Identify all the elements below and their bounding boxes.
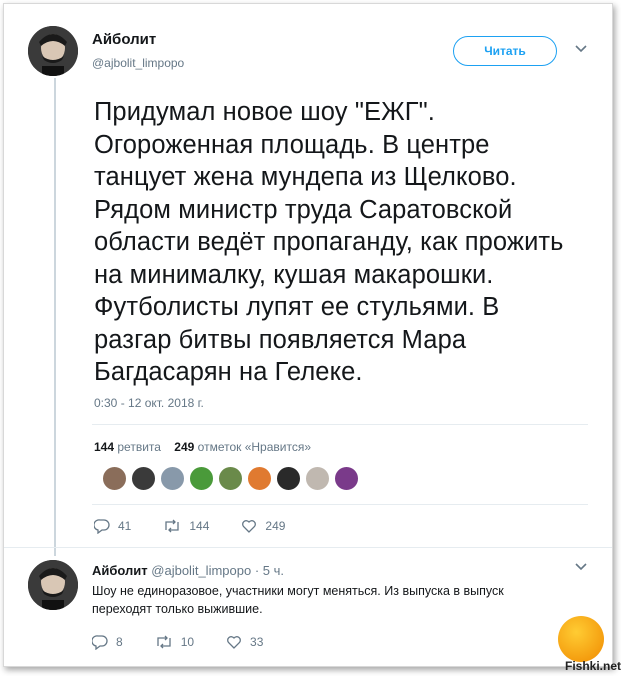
divider: [4, 547, 612, 548]
reply-header: Айболит @ajbolit_limpopo · 5 ч.: [92, 563, 284, 578]
retweet-count: 144: [189, 519, 210, 533]
divider: [92, 504, 588, 505]
divider: [92, 424, 588, 425]
retweet-action[interactable]: 10: [155, 634, 194, 650]
retweet-action[interactable]: 144: [163, 518, 209, 534]
like-action[interactable]: 249: [241, 518, 285, 534]
engagement-stats: 144 ретвита 249 отметок «Нравится»: [94, 440, 311, 454]
reply-count: 8: [116, 635, 123, 649]
tweet-timestamp[interactable]: 0:30 - 12 окт. 2018 г.: [94, 396, 204, 410]
heart-icon: [227, 636, 241, 649]
reply-author-handle[interactable]: @ajbolit_limpopo: [151, 563, 251, 578]
retweet-icon: [157, 635, 171, 649]
liker-avatar[interactable]: [131, 466, 156, 491]
likers-avatars: [102, 466, 363, 491]
author-name[interactable]: Айболит: [92, 31, 156, 48]
retweet-icon: [165, 519, 180, 533]
liker-avatar[interactable]: [276, 466, 301, 491]
retweets-count[interactable]: 144: [94, 440, 114, 454]
liker-avatar[interactable]: [218, 466, 243, 491]
reply-time[interactable]: · 5 ч.: [255, 563, 284, 578]
reply-author-name[interactable]: Айболит: [92, 563, 148, 578]
liker-avatar[interactable]: [334, 466, 359, 491]
watermark-logo-icon: [558, 616, 604, 662]
liker-avatar[interactable]: [247, 466, 272, 491]
thread-connector-line: [54, 78, 56, 556]
like-action[interactable]: 33: [226, 634, 263, 650]
likes-count[interactable]: 249: [174, 440, 194, 454]
chevron-down-icon[interactable]: [574, 560, 588, 579]
reply-text: Шоу не единоразовое, участники могут мен…: [92, 584, 504, 616]
like-count: 249: [265, 519, 286, 533]
liker-avatar[interactable]: [102, 466, 127, 491]
liker-avatar[interactable]: [189, 466, 214, 491]
heart-icon: [242, 520, 257, 533]
tweet-actions: 41 144 249: [94, 518, 317, 534]
chevron-down-icon[interactable]: [574, 42, 588, 56]
liker-avatar[interactable]: [160, 466, 185, 491]
reply-icon: [92, 635, 108, 650]
reply-author-avatar[interactable]: [28, 560, 78, 610]
like-count: 33: [250, 635, 264, 649]
retweet-count: 10: [180, 635, 195, 649]
author-avatar[interactable]: [28, 26, 78, 76]
reply-icon: [94, 519, 110, 534]
reply-count: 41: [118, 519, 132, 533]
screenshot-frame: Айболит @ajbolit_limpopo Читать Придумал…: [3, 3, 613, 667]
reply-action[interactable]: 41: [94, 518, 131, 534]
follow-button[interactable]: Читать: [453, 36, 557, 66]
liker-avatar[interactable]: [305, 466, 330, 491]
tweet-text: Придумал новое шоу "ЕЖГ". Огороженная пл…: [94, 98, 564, 386]
retweets-label[interactable]: ретвита: [117, 440, 161, 454]
watermark-site: Fishki.net: [565, 659, 621, 673]
reply-actions: 8 10 33: [92, 634, 295, 650]
likes-label[interactable]: отметок «Нравится»: [198, 440, 311, 454]
reply-action[interactable]: 8: [92, 634, 123, 650]
author-handle[interactable]: @ajbolit_limpopo: [92, 56, 184, 70]
